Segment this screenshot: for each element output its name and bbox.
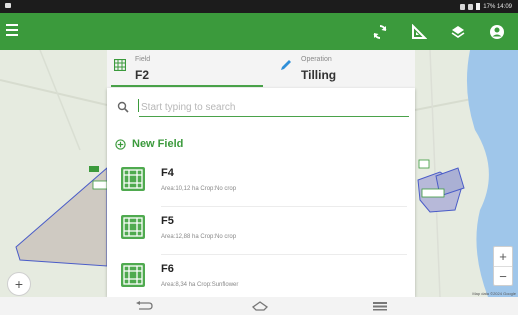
field-label: Field <box>135 56 151 63</box>
zoom-control: + − <box>493 246 513 286</box>
status-icons: 17% 14:09 <box>460 3 512 10</box>
search-input[interactable] <box>139 97 405 117</box>
field-name: F4 <box>161 167 174 179</box>
field-picker-panel: New Field F4 Area:10,12 ha Crop:No crop <box>107 88 415 297</box>
new-field-button[interactable]: New Field <box>115 136 183 152</box>
field-list-item[interactable]: F5 Area:12,88 ha Crop:No crop <box>115 207 415 255</box>
search-box <box>115 95 409 119</box>
field-list-item[interactable]: F4 Area:10,12 ha Crop:No crop <box>115 159 415 207</box>
field-detail: Area:12,88 ha Crop:No crop <box>161 234 237 240</box>
notification-icon <box>5 3 11 8</box>
operation-label: Operation <box>301 56 332 63</box>
pencil-icon <box>280 58 292 76</box>
field-detail: Area:8,34 ha Crop:Sunflower <box>161 282 239 288</box>
sync-icon[interactable] <box>369 21 391 43</box>
battery-icon <box>476 3 481 10</box>
system-nav-bar <box>0 297 518 315</box>
field-tab-indicator <box>111 85 263 87</box>
map-attribution: Map data ©2024 Google <box>472 291 516 296</box>
field-grid-icon <box>121 263 145 292</box>
operation-selector[interactable]: Operation Tilling <box>277 53 411 85</box>
new-field-label: New Field <box>132 138 184 150</box>
field-grid-icon <box>113 58 127 76</box>
field-detail: Area:10,12 ha Crop:No crop <box>161 186 237 192</box>
search-icon <box>117 100 129 118</box>
account-icon[interactable] <box>486 21 508 43</box>
zoom-out-button[interactable]: − <box>494 267 512 286</box>
wifi-icon <box>460 3 466 10</box>
hamburger-icon[interactable] <box>6 24 18 38</box>
status-bar: 17% 14:09 <box>0 0 518 13</box>
field-selector[interactable]: Field F2 <box>111 53 261 85</box>
field-name: F5 <box>161 215 174 227</box>
add-circle-icon <box>115 138 126 150</box>
recents-icon[interactable] <box>366 299 394 313</box>
zoom-in-button[interactable]: + <box>494 247 512 267</box>
status-text: 17% 14:09 <box>483 3 512 10</box>
app-bar <box>0 13 518 50</box>
back-icon[interactable] <box>130 299 158 313</box>
signal-icon <box>468 3 474 10</box>
field-operation-header: Field F2 Operation Tilling <box>107 50 415 88</box>
home-icon[interactable] <box>246 299 274 313</box>
search-underline <box>139 116 409 117</box>
operation-value: Tilling <box>301 68 337 82</box>
field-name: F6 <box>161 263 174 275</box>
field-grid-icon <box>121 167 145 196</box>
ruler-icon[interactable] <box>408 21 430 43</box>
field-grid-icon <box>121 215 145 244</box>
add-field-fab[interactable]: + <box>7 272 31 296</box>
field-list: F4 Area:10,12 ha Crop:No crop F5 Area:12… <box>115 159 415 297</box>
layers-icon[interactable] <box>447 21 469 43</box>
field-list-item[interactable]: F6 Area:8,34 ha Crop:Sunflower <box>115 255 415 297</box>
field-value: F2 <box>135 68 150 82</box>
